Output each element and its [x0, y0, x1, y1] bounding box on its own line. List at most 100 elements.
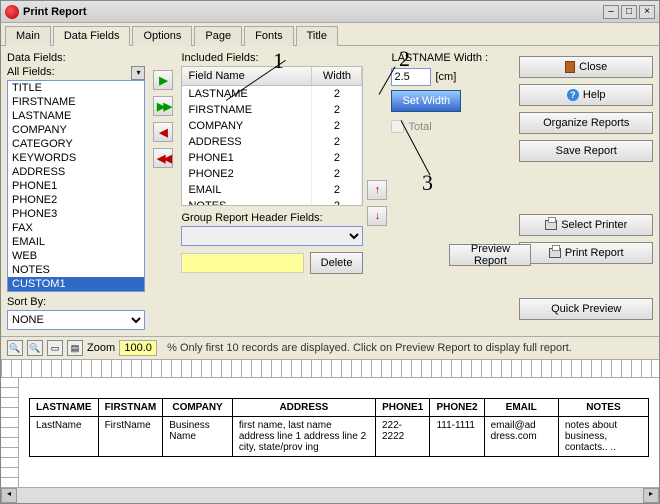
- preview-message: % Only first 10 records are displayed. C…: [167, 342, 572, 354]
- help-icon: ?: [567, 89, 579, 101]
- all-fields-item[interactable]: FIRSTNAME: [8, 95, 144, 109]
- report-header-cell: ADDRESS: [232, 399, 375, 417]
- group-header-label: Group Report Header Fields:: [181, 212, 363, 224]
- width-field-label: LASTNAME Width :: [391, 52, 488, 64]
- included-field-row[interactable]: EMAIL2: [182, 182, 362, 198]
- all-fields-item[interactable]: ADDRESS: [8, 165, 144, 179]
- report-data-cell: first name, last name address line 1 add…: [232, 417, 375, 457]
- zoom-in-icon[interactable]: 🔍: [27, 340, 43, 356]
- included-fields-table[interactable]: Field Name Width LASTNAME2FIRSTNAME2COMP…: [181, 66, 363, 206]
- included-field-row[interactable]: NOTES2: [182, 198, 362, 205]
- all-fields-item[interactable]: FAX: [8, 221, 144, 235]
- tab-fonts[interactable]: Fonts: [244, 26, 294, 46]
- scroll-left-button[interactable]: ◂: [1, 488, 17, 503]
- all-fields-item[interactable]: LASTNAME: [8, 109, 144, 123]
- all-fields-item[interactable]: NOTES: [8, 263, 144, 277]
- arrow-double-right-icon: ▶▶: [157, 100, 170, 113]
- all-fields-item[interactable]: CUSTOM1: [8, 277, 144, 291]
- width-area: LASTNAME Width : [cm] Set Width Total: [391, 52, 511, 274]
- arrow-up-icon: ↑: [375, 184, 381, 196]
- report-data-cell: LastName: [30, 417, 99, 457]
- report-table-data-row: LastNameFirstNameBusiness Namefirst name…: [30, 417, 649, 457]
- organize-reports-button[interactable]: Organize Reports: [519, 112, 653, 134]
- move-down-button[interactable]: ↓: [367, 206, 387, 226]
- close-window-button[interactable]: ×: [639, 5, 655, 19]
- total-label: Total: [408, 121, 431, 133]
- report-data-cell: FirstName: [98, 417, 163, 457]
- move-up-button[interactable]: ↑: [367, 180, 387, 200]
- data-fields-label: Data Fields:: [7, 52, 145, 64]
- group-header-input[interactable]: [181, 253, 303, 273]
- all-fields-item[interactable]: COMPANY: [8, 123, 144, 137]
- tab-options[interactable]: Options: [132, 26, 192, 46]
- all-fields-dropdown-icon[interactable]: ▾: [131, 66, 145, 80]
- tab-data-fields[interactable]: Data Fields: [53, 26, 131, 46]
- preview-area: LASTNAMEFIRSTNAMCOMPANYADDRESSPHONE1PHON…: [1, 360, 659, 487]
- included-field-row[interactable]: PHONE22: [182, 166, 362, 182]
- width-input[interactable]: [391, 68, 431, 86]
- print-report-button[interactable]: Print Report: [519, 242, 653, 264]
- tab-main[interactable]: Main: [5, 26, 51, 46]
- page-icon[interactable]: ▭: [47, 340, 63, 356]
- tab-title[interactable]: Title: [296, 26, 338, 46]
- report-header-cell: PHONE1: [375, 399, 429, 417]
- group-header-area: Group Report Header Fields:: [181, 212, 363, 246]
- all-fields-list[interactable]: TITLEFIRSTNAMELASTNAMECOMPANYCATEGORYKEY…: [7, 80, 145, 292]
- add-all-fields-button[interactable]: ▶▶: [153, 96, 173, 116]
- help-button[interactable]: ? Help: [519, 84, 653, 106]
- minimize-button[interactable]: –: [603, 5, 619, 19]
- doc-icon[interactable]: ▤: [67, 340, 83, 356]
- tab-page[interactable]: Page: [194, 26, 242, 46]
- all-fields-item[interactable]: WEB: [8, 249, 144, 263]
- all-fields-item[interactable]: PHONE1: [8, 179, 144, 193]
- all-fields-item[interactable]: CATEGORY: [8, 137, 144, 151]
- select-printer-button[interactable]: Select Printer: [519, 214, 653, 236]
- report-header-cell: COMPANY: [163, 399, 233, 417]
- included-fields-header: Field Name Width: [182, 67, 362, 86]
- all-fields-item[interactable]: EMAIL: [8, 235, 144, 249]
- arrow-down-icon: ↓: [375, 210, 381, 222]
- save-report-button[interactable]: Save Report: [519, 140, 653, 162]
- included-field-row[interactable]: FIRSTNAME2: [182, 102, 362, 118]
- report-data-cell: Business Name: [163, 417, 233, 457]
- group-header-select[interactable]: [181, 226, 363, 246]
- preview-report-button[interactable]: Preview Report: [449, 244, 531, 266]
- report-header-cell: FIRSTNAM: [98, 399, 163, 417]
- all-fields-item[interactable]: KEYWORDS: [8, 151, 144, 165]
- included-field-row[interactable]: LASTNAME2: [182, 86, 362, 102]
- printer-icon: [549, 248, 561, 258]
- close-button-label: Close: [579, 61, 607, 73]
- report-data-cell: notes about business, contacts.. ..: [558, 417, 648, 457]
- zoom-out-icon[interactable]: 🔍: [7, 340, 23, 356]
- remove-all-fields-button[interactable]: ◀◀: [153, 148, 173, 168]
- app-icon: [5, 5, 19, 19]
- quick-preview-button[interactable]: Quick Preview: [519, 298, 653, 320]
- horizontal-scrollbar[interactable]: ◂ ▸: [1, 487, 659, 503]
- included-fields-label: Included Fields:: [181, 52, 363, 64]
- all-fields-item[interactable]: PHONE3: [8, 207, 144, 221]
- all-fields-item[interactable]: PHONE2: [8, 193, 144, 207]
- included-field-row[interactable]: PHONE12: [182, 150, 362, 166]
- help-button-label: Help: [583, 89, 606, 101]
- col-width: Width: [312, 67, 362, 85]
- scroll-right-button[interactable]: ▸: [643, 488, 659, 503]
- sort-by-select[interactable]: NONE: [7, 310, 145, 330]
- zoom-input[interactable]: [119, 340, 157, 356]
- ruler-horizontal: [1, 360, 659, 378]
- select-printer-label: Select Printer: [561, 219, 627, 231]
- remove-field-button[interactable]: ◀: [153, 122, 173, 142]
- printer-icon: [545, 220, 557, 230]
- included-field-row[interactable]: COMPANY2: [182, 118, 362, 134]
- included-fields-rows: LASTNAME2FIRSTNAME2COMPANY2ADDRESS2PHONE…: [182, 86, 362, 205]
- content-area: 1 2 3 Data Fields: All Fields: ▾ TITLEFI…: [1, 46, 659, 336]
- close-button[interactable]: Close: [519, 56, 653, 78]
- door-icon: [565, 61, 575, 73]
- included-field-row[interactable]: ADDRESS2: [182, 134, 362, 150]
- report-data-cell: email@ad dress.com: [484, 417, 558, 457]
- delete-button[interactable]: Delete: [310, 252, 364, 274]
- all-fields-item[interactable]: TITLE: [8, 81, 144, 95]
- print-report-window: Print Report – □ × MainData FieldsOption…: [0, 0, 660, 504]
- add-field-button[interactable]: ▶: [153, 70, 173, 90]
- set-width-button[interactable]: Set Width: [391, 90, 461, 112]
- maximize-button[interactable]: □: [621, 5, 637, 19]
